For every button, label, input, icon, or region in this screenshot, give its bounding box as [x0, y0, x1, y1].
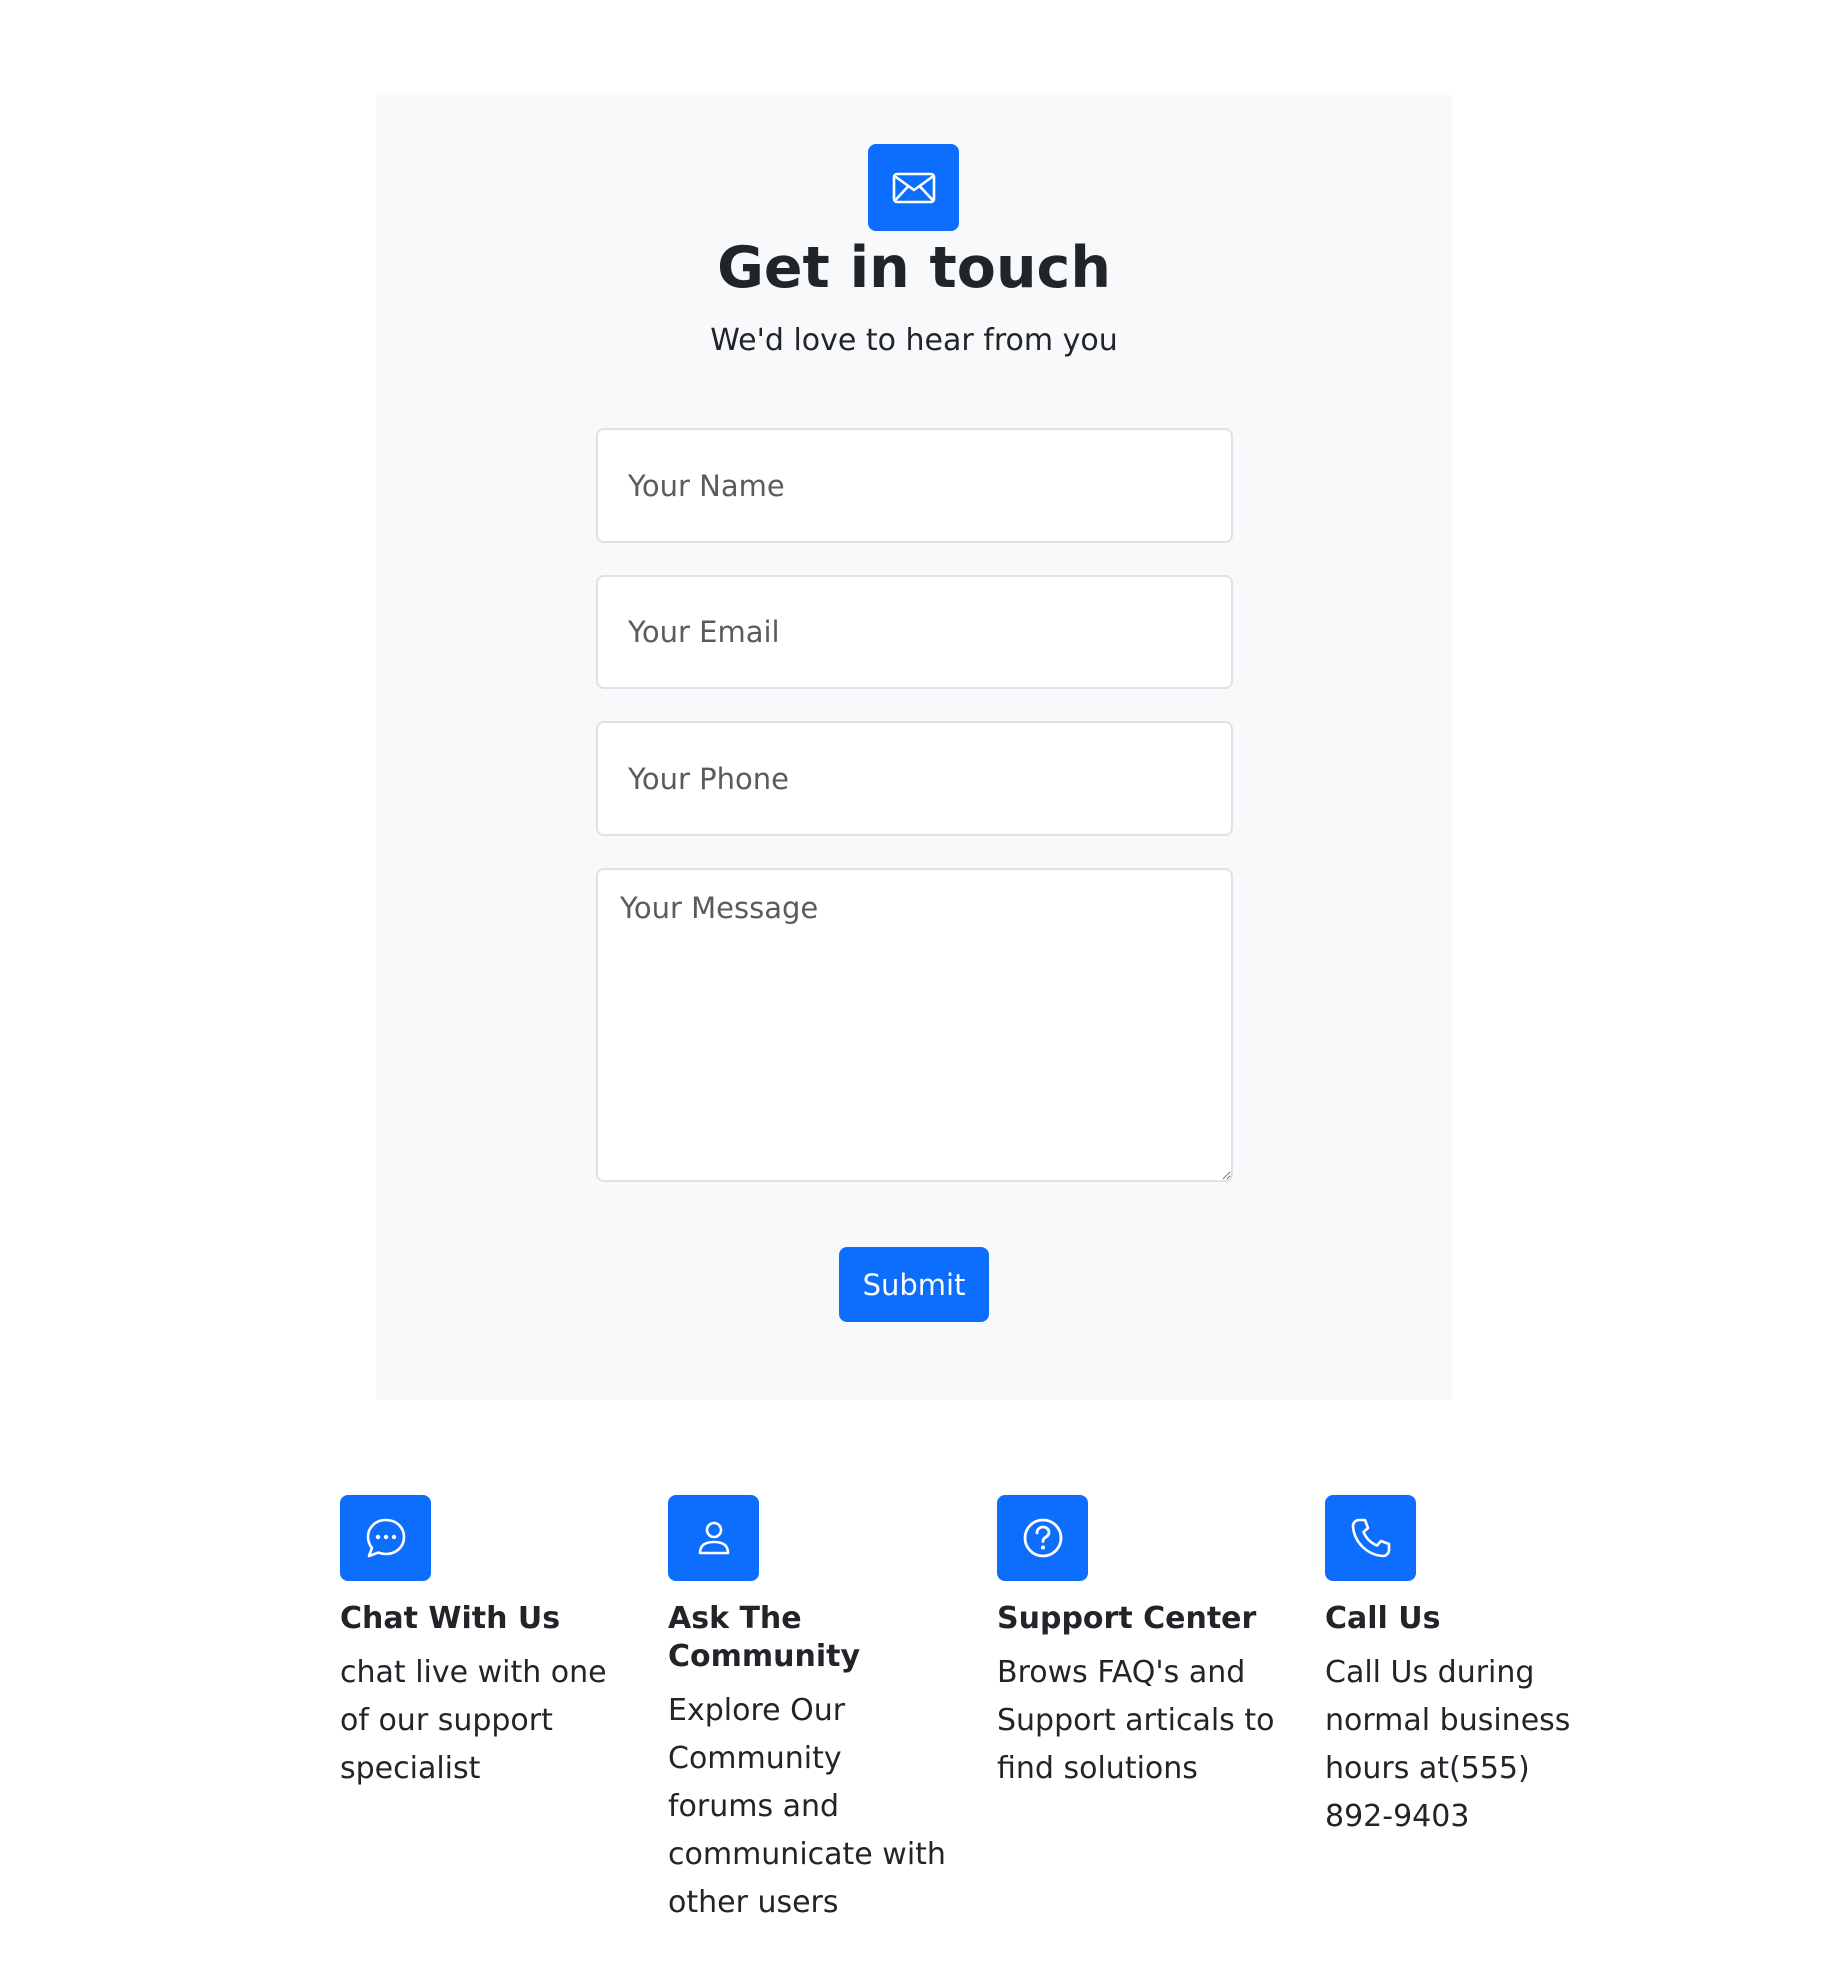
name-input[interactable] — [596, 428, 1233, 543]
page-subtitle: We'd love to hear from you — [710, 323, 1118, 358]
submit-button[interactable]: Submit — [839, 1247, 989, 1322]
feature-description: chat live with one of our support specia… — [340, 1655, 607, 1786]
feature-support: Support Center Brows FAQ's and Support a… — [997, 1495, 1277, 1793]
feature-title: Chat With Us — [340, 1601, 561, 1636]
message-textarea[interactable] — [596, 868, 1233, 1182]
phone-icon — [1325, 1495, 1416, 1581]
feature-description: Brows FAQ's and Support articals to find… — [997, 1655, 1275, 1786]
feature-call: Call Us Call Us during normal business h… — [1325, 1495, 1605, 1841]
feature-community: Ask The Community Explore Our Community … — [668, 1495, 948, 1927]
contact-card: Get in touch We'd love to hear from you … — [376, 95, 1452, 1400]
phone-input[interactable] — [596, 721, 1233, 836]
chat-icon — [340, 1495, 431, 1581]
feature-title: Support Center — [997, 1601, 1257, 1636]
envelope-icon — [868, 144, 959, 231]
email-input[interactable] — [596, 575, 1233, 689]
question-circle-icon — [997, 1495, 1088, 1581]
page-title: Get in touch — [717, 235, 1111, 301]
feature-description: Call Us during normal business hours at(… — [1325, 1655, 1571, 1834]
feature-description: Explore Our Community forums and communi… — [668, 1693, 946, 1920]
person-icon — [668, 1495, 759, 1581]
feature-title: Call Us — [1325, 1601, 1441, 1636]
feature-chat: Chat With Us chat live with one of our s… — [340, 1495, 620, 1793]
page: Get in touch We'd love to hear from you … — [0, 0, 1834, 1968]
feature-title: Ask The Community — [668, 1601, 861, 1674]
